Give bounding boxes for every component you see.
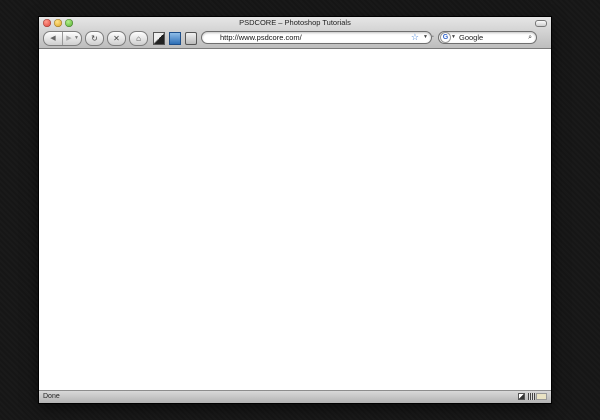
separator-dot-icon: • (432, 34, 434, 40)
extension-bookmark-icon[interactable] (169, 32, 181, 45)
status-contrast-icon[interactable] (518, 393, 525, 400)
title-bar: PSDCORE – Photoshop Tutorials (39, 17, 551, 29)
magnifier-icon[interactable]: ⌕ (528, 32, 532, 43)
browser-chrome: PSDCORE – Photoshop Tutorials ◀ ▶ ▼ ↻ ✕ … (39, 17, 551, 49)
extension-contrast-icon[interactable] (153, 32, 165, 45)
search-box[interactable]: G ▼ Google ⌕ (438, 31, 537, 44)
window-title: PSDCORE – Photoshop Tutorials (239, 18, 351, 27)
status-message-icon[interactable] (536, 393, 547, 400)
page-content-area[interactable] (39, 49, 551, 391)
search-input[interactable]: Google (459, 32, 483, 43)
extension-archive-icon[interactable] (185, 32, 197, 45)
status-bar: Done (39, 390, 551, 403)
search-engine-icon[interactable]: G (440, 32, 451, 43)
address-bar[interactable]: http://www.psdcore.com/ ☆ ▼ (201, 31, 432, 44)
bookmark-star-icon[interactable]: ☆ (411, 31, 419, 43)
home-button[interactable]: ⌂ (129, 31, 148, 46)
reload-button[interactable]: ↻ (85, 31, 104, 46)
status-text: Done (43, 393, 60, 400)
navigation-buttons: ◀ ▶ ▼ (43, 31, 82, 46)
search-engine-dropdown-icon[interactable]: ▼ (451, 32, 456, 43)
address-url[interactable]: http://www.psdcore.com/ (220, 32, 302, 43)
history-dropdown-icon[interactable]: ▼ (74, 32, 79, 45)
status-grid-icon[interactable] (528, 393, 535, 400)
stop-button[interactable]: ✕ (107, 31, 126, 46)
browser-window: PSDCORE – Photoshop Tutorials ◀ ▶ ▼ ↻ ✕ … (39, 17, 551, 403)
toolbar-toggle-button[interactable] (535, 20, 547, 27)
address-dropdown-icon[interactable]: ▼ (423, 32, 428, 43)
back-button[interactable]: ◀ (44, 32, 63, 45)
